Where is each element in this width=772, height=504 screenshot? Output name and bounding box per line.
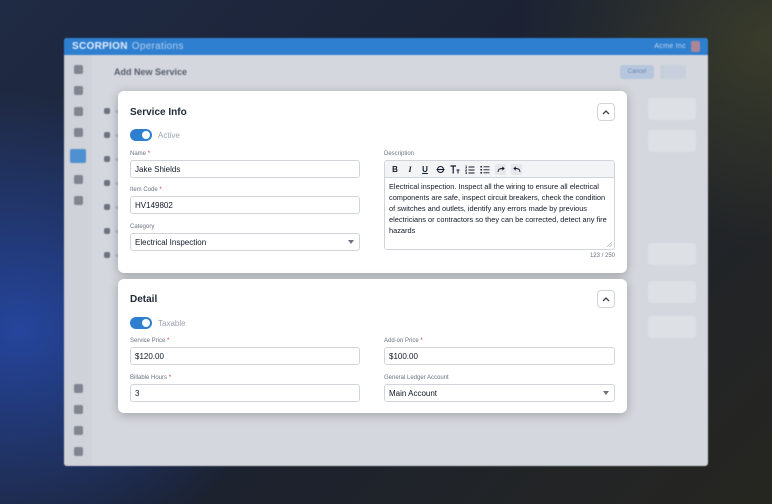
user-menu: Acme Inc	[654, 41, 700, 52]
chevron-up-icon	[602, 110, 610, 115]
description-textarea[interactable]: Electrical inspection. Inspect all the w…	[385, 178, 614, 239]
chat-icon	[73, 128, 83, 137]
cancel-button: Cancel	[620, 65, 654, 79]
active-toggle[interactable]	[130, 129, 152, 141]
name-input[interactable]: Jake Shields	[130, 160, 360, 178]
underline-icon[interactable]: U	[420, 164, 430, 175]
gl-account-select[interactable]: Main Account	[384, 384, 615, 402]
taxable-toggle[interactable]	[130, 317, 152, 329]
editor-toolbar: B I U 123	[385, 161, 614, 178]
category-select[interactable]: Electrical Inspection	[130, 233, 360, 251]
star-icon	[73, 107, 83, 116]
addon-price-input[interactable]: $100.00	[384, 347, 615, 365]
ghost-card	[648, 243, 696, 265]
app-header: SCORPION Operations Acme Inc	[64, 38, 708, 55]
detail-title: Detail	[130, 294, 158, 305]
collapse-service-info-button[interactable]	[597, 103, 615, 121]
char-count: 123 / 250	[589, 253, 615, 259]
page-header: Add New Service Cancel	[92, 55, 708, 89]
category-label: Category	[130, 224, 155, 230]
service-info-title: Service Info	[130, 107, 187, 118]
service-price-label: Service Price *	[130, 338, 170, 344]
redo-icon[interactable]	[495, 163, 506, 175]
italic-icon[interactable]: I	[405, 164, 415, 175]
sidebar	[64, 55, 92, 466]
building-icon	[73, 447, 83, 456]
active-label: Active	[158, 130, 180, 140]
caret-down-icon	[603, 391, 609, 395]
item-code-input[interactable]: HV149802	[130, 196, 360, 214]
brand-sub: Operations	[131, 41, 184, 52]
resize-handle-icon[interactable]	[607, 242, 612, 247]
org-icon	[73, 65, 83, 74]
description-editor: B I U 123 Electrical inspection. Inspect	[384, 160, 615, 250]
description-label: Description	[384, 151, 415, 157]
ordered-list-icon[interactable]: 123	[465, 164, 475, 175]
chart-icon	[73, 196, 83, 205]
avatar	[691, 41, 700, 52]
name-label: Name *	[130, 151, 151, 157]
gear-icon	[73, 426, 83, 435]
strikethrough-icon[interactable]	[435, 164, 445, 175]
svg-text:3: 3	[465, 171, 467, 174]
undo-icon[interactable]	[511, 163, 522, 175]
ghost-card	[648, 316, 696, 338]
bullet-list-icon[interactable]	[480, 164, 490, 175]
gl-account-label: General Ledger Account	[384, 375, 449, 381]
collapse-detail-button[interactable]	[597, 290, 615, 308]
brand-logo: SCORPION	[72, 41, 128, 52]
caret-down-icon	[348, 240, 354, 244]
service-price-input[interactable]: $120.00	[130, 347, 360, 365]
save-button	[660, 65, 686, 79]
item-code-label: Item Code *	[130, 187, 162, 193]
user-name: Acme Inc	[654, 43, 686, 50]
search-icon	[73, 405, 83, 414]
taxable-label: Taxable	[158, 318, 186, 328]
chevron-up-icon	[602, 297, 610, 302]
ghost-card	[648, 281, 696, 303]
ghost-card	[648, 98, 696, 120]
detail-card: Detail Taxable Service Price * $120.00 A…	[118, 279, 627, 413]
notification-icon	[73, 384, 83, 393]
billable-hours-input[interactable]: 3	[130, 384, 360, 402]
page-title: Add New Service	[114, 67, 188, 77]
info-icon	[73, 175, 83, 184]
ghost-card	[648, 130, 696, 152]
service-info-card: Service Info Active Name * Jake Shields …	[118, 91, 627, 273]
text-size-icon[interactable]	[450, 164, 460, 175]
bold-icon[interactable]: B	[390, 164, 400, 175]
user-icon	[73, 86, 83, 95]
addon-price-label: Add-on Price *	[384, 338, 423, 344]
services-icon	[70, 149, 86, 163]
taxable-toggle-row: Taxable	[130, 317, 186, 329]
billable-hours-label: Billable Hours *	[130, 375, 172, 381]
active-toggle-row: Active	[130, 129, 180, 141]
